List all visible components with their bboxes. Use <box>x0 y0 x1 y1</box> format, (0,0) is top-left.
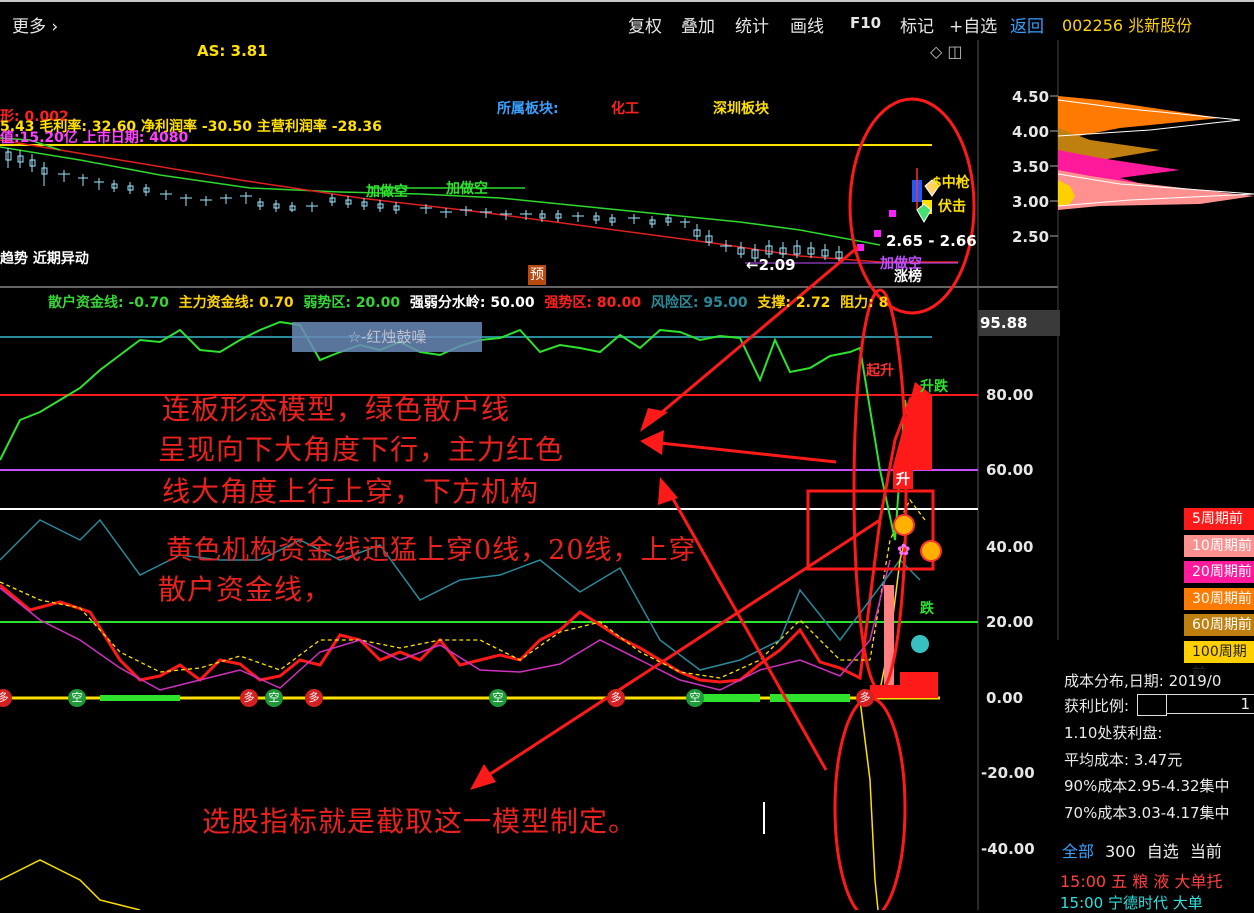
sell-marker: 空 <box>68 689 86 707</box>
indicator-tick: 60.00 <box>986 461 1034 479</box>
up-arrow-icon <box>920 540 942 562</box>
sheng-label: 升 <box>893 469 913 489</box>
as-label: AS: 3.81 <box>197 42 268 60</box>
check-icon <box>911 635 929 653</box>
price-tick: 2.50 <box>1012 228 1050 246</box>
period-60[interactable]: 60周期前 <box>1184 614 1254 636</box>
low-price-label: ←2.09 <box>746 256 796 274</box>
indicator-tick: -20.00 <box>981 764 1035 782</box>
indicator-tick: 20.00 <box>986 613 1034 631</box>
tab-current[interactable]: 当前 <box>1190 842 1222 861</box>
annotation-line-3: 线大角度上行上穿，下方机构 <box>162 475 540 508</box>
legend-weak: 弱势区: 20.00 <box>303 295 401 311</box>
legend-resist: 阻力: 8 <box>840 295 889 311</box>
tick-row-1[interactable]: 15:00 五 粮 液 大单托 <box>1060 868 1222 892</box>
annotation-line-2: 呈现向下大角度下行，主力红色 <box>158 433 565 466</box>
cost-date: 成本分布,日期: 2019/0 <box>1064 672 1222 690</box>
indicator-tick: 0.00 <box>986 689 1024 707</box>
annotation-line-5: 散户资金线， <box>158 573 333 606</box>
buy-marker: 多 <box>856 689 874 707</box>
window-icon[interactable]: ◫ <box>947 42 962 61</box>
sector-region: 深圳板块 <box>713 101 769 117</box>
annotation-line-4: 黄色机构资金线迅猛上穿0线，20线，上穿 <box>166 535 697 566</box>
avg-cost: 平均成本: 3.47元 <box>1064 751 1183 769</box>
hover-popup[interactable]: ☆-红烛鼓噪 <box>292 322 482 352</box>
price-tick: 4.00 <box>1012 123 1050 141</box>
cost-90: 90%成本2.95-4.32集中 <box>1064 777 1230 795</box>
bottom-ellipse <box>833 696 907 910</box>
profit-bar <box>1137 694 1167 716</box>
profit-line: 1.10处获利盘: <box>1064 724 1163 742</box>
indicator-top-value: 95.88 <box>978 310 1060 336</box>
add-short-1: 加做空 <box>366 184 408 200</box>
price-tick: 3.50 <box>1012 158 1050 176</box>
sell-marker: 空 <box>686 689 704 707</box>
profit-value: 1 <box>1166 694 1254 714</box>
period-30[interactable]: 30周期前 <box>1184 588 1254 610</box>
tab-all[interactable]: 全部 <box>1062 842 1094 861</box>
institution-fund-line <box>859 699 879 910</box>
legend-main: 主力资金线: 0.70 <box>178 295 294 311</box>
sell-marker: 空 <box>489 689 507 707</box>
qisheng-label: 起升 <box>866 363 894 379</box>
rise-rank-label: 涨榜 <box>894 269 922 285</box>
diamond-icon[interactable]: ◇ ◫ <box>930 42 963 61</box>
profit-ratio-label: 获利比例: <box>1064 697 1130 715</box>
legend-support: 支撑: 2.72 <box>757 295 831 311</box>
up-arrow-icon <box>893 514 915 536</box>
period-100[interactable]: 100周期前 <box>1184 641 1254 682</box>
legend-divide: 强弱分水岭: 50.00 <box>409 295 535 311</box>
sector-label: 所属板块: <box>497 101 559 117</box>
annotation-line-1: 连板形态模型，绿色散户线 <box>162 393 511 426</box>
price-tick: 4.50 <box>1012 88 1050 106</box>
highlight-rect <box>806 489 935 571</box>
period-5[interactable]: 5周期前 <box>1184 508 1254 530</box>
trend-label: 趋势 近期异动 <box>0 251 89 267</box>
tab-300[interactable]: 300 <box>1105 842 1136 861</box>
add-short-2: 加做空 <box>446 181 488 197</box>
sector-value: 化工 <box>611 101 639 117</box>
buy-marker: 多 <box>240 689 258 707</box>
price-tick: 3.00 <box>1012 193 1050 211</box>
butterfly-icon: ✿ <box>897 540 911 559</box>
cost-70: 70%成本3.03-4.17集中 <box>1064 804 1230 822</box>
indicator-tick: 40.00 <box>986 538 1034 556</box>
buy-marker: 多 <box>305 689 323 707</box>
buy-marker: 多 <box>607 689 625 707</box>
period-20[interactable]: 20周期前 <box>1184 561 1254 583</box>
price-range-label: 2.65 - 2.66 <box>886 232 977 250</box>
chip-distribution <box>1057 96 1254 210</box>
signal-zhongqiang: $中枪 <box>932 175 970 191</box>
info-line-3: 值:15.20亿 上市日期: 4080 <box>0 130 189 146</box>
ma-red-line <box>0 139 958 263</box>
quote-tabs: 全部 300 自选 当前 <box>1062 838 1222 862</box>
annotation-conclusion[interactable]: 选股指标就是截取这一模型制定。 <box>202 800 637 840</box>
indicator-tick: -40.00 <box>981 840 1035 858</box>
period-10[interactable]: 10周期前 <box>1184 535 1254 557</box>
kaidie-label: 升跌 <box>920 379 948 395</box>
tab-watchlist[interactable]: 自选 <box>1147 842 1179 861</box>
legend-strong: 强势区: 80.00 <box>544 295 642 311</box>
sell-marker: 空 <box>265 689 283 707</box>
legend-retail: 散户资金线: -0.70 <box>48 295 169 311</box>
signal-fuji: 伏击 <box>938 199 966 215</box>
forecast-badge: 预 <box>528 265 546 285</box>
legend-risk: 风险区: 95.00 <box>650 295 748 311</box>
die-label: 跌 <box>920 601 934 617</box>
indicator-legend: 散户资金线: -0.70 主力资金线: 0.70 弱势区: 20.00 强弱分水… <box>48 292 888 312</box>
indicator-tick: 80.00 <box>986 386 1034 404</box>
